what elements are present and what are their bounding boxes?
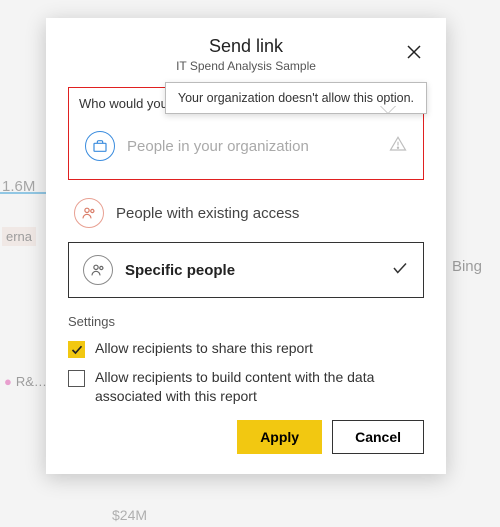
option-existing-access[interactable]: People with existing access (68, 190, 424, 236)
disabled-option-highlight: Who would you like the lin… People in yo… (68, 87, 424, 180)
checkbox-input[interactable] (68, 370, 85, 387)
warning-icon (389, 135, 407, 157)
bg-attribution: Bing (452, 258, 482, 275)
cancel-button[interactable]: Cancel (332, 420, 424, 454)
settings-heading: Settings (68, 314, 424, 329)
option-specific-people[interactable]: Specific people (77, 247, 415, 293)
option-specific-people-container[interactable]: Specific people (68, 242, 424, 298)
dialog-title: Send link (68, 36, 424, 57)
briefcase-icon (85, 131, 115, 161)
option-label: People in your organization (127, 138, 309, 155)
checkbox-allow-build[interactable]: Allow recipients to build content with t… (68, 368, 424, 406)
close-icon (406, 44, 422, 60)
send-link-dialog: Send link IT Spend Analysis Sample Who w… (46, 18, 446, 474)
checkbox-label: Allow recipients to build content with t… (95, 368, 424, 406)
disabled-option-tooltip: Your organization doesn't allow this opt… (165, 82, 427, 114)
close-button[interactable] (400, 38, 428, 66)
option-people-in-org: People in your organization (79, 123, 413, 169)
dialog-header: Send link IT Spend Analysis Sample (68, 36, 424, 73)
checkmark-icon (71, 344, 83, 356)
bg-label: erna (2, 227, 36, 246)
checkbox-allow-share[interactable]: Allow recipients to share this report (68, 339, 424, 358)
option-label: People with existing access (116, 205, 299, 222)
dialog-subtitle: IT Spend Analysis Sample (68, 59, 424, 73)
people-icon (74, 198, 104, 228)
option-label: Specific people (125, 262, 235, 279)
people-icon (83, 255, 113, 285)
checkbox-input[interactable] (68, 341, 85, 358)
checkbox-label: Allow recipients to share this report (95, 339, 313, 358)
apply-button[interactable]: Apply (237, 420, 322, 454)
bg-legend: R&… (4, 374, 47, 389)
dialog-actions: Apply Cancel (68, 420, 424, 454)
checkmark-icon (391, 259, 409, 281)
bg-axis: $24M (112, 507, 147, 523)
